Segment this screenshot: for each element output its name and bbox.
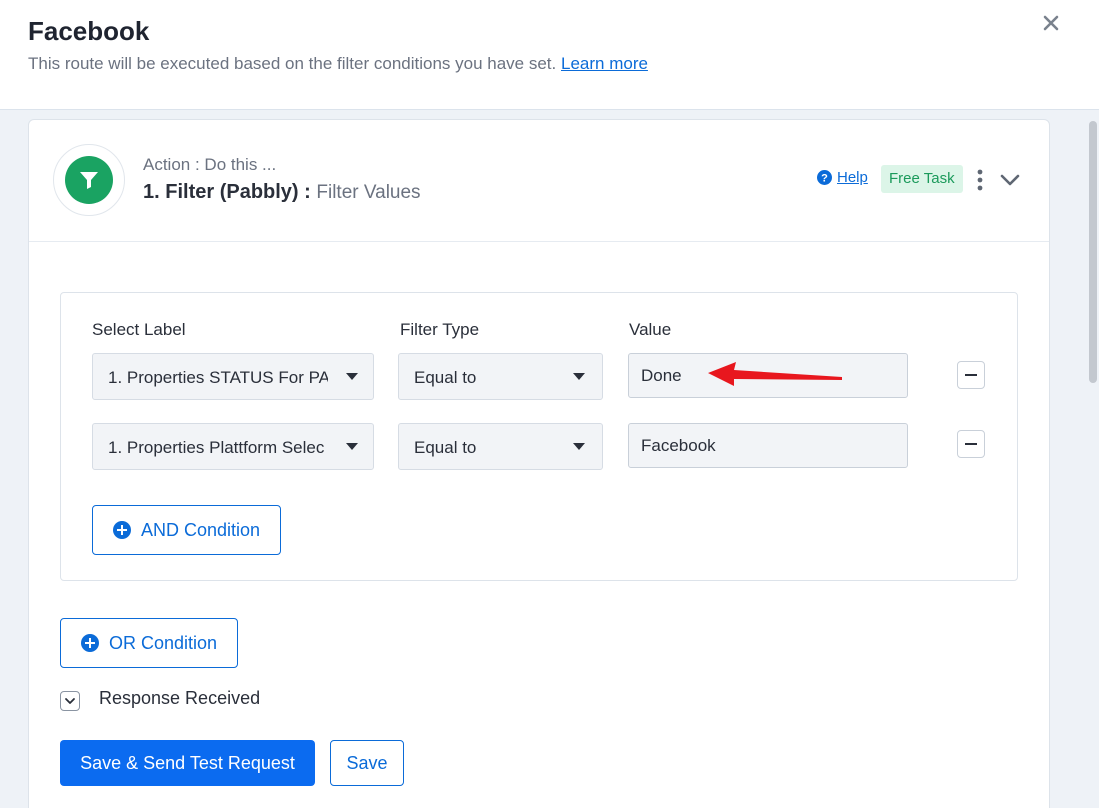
app-logo <box>53 144 125 216</box>
save-button[interactable]: Save <box>330 740 404 786</box>
caret-down-icon <box>346 443 358 450</box>
free-task-badge: Free Task <box>881 165 963 193</box>
chevron-down-icon <box>65 698 75 704</box>
filter-type-value: Equal to <box>414 438 477 457</box>
caret-down-icon <box>573 373 585 380</box>
select-label-value: 1. Properties STATUS For PA <box>108 368 328 387</box>
learn-more-link[interactable]: Learn more <box>561 54 648 73</box>
close-icon[interactable] <box>1040 12 1062 34</box>
modal-body: Action : Do this ... 1. Filter (Pabbly) … <box>0 111 1099 808</box>
filter-type-dropdown[interactable]: Equal to <box>398 423 603 470</box>
remove-condition-button[interactable] <box>957 430 985 458</box>
filter-type-value: Equal to <box>414 368 477 387</box>
action-line: Action : Do this ... <box>143 155 277 174</box>
or-condition-label: OR Condition <box>109 632 218 653</box>
filter-value-input[interactable]: Done <box>628 353 908 398</box>
help-link[interactable]: ? Help <box>817 169 868 186</box>
save-send-test-button[interactable]: Save & Send Test Request <box>60 740 315 786</box>
response-toggle[interactable] <box>60 691 80 711</box>
modal-subtitle: This route will be executed based on the… <box>28 54 648 74</box>
column-select-label: Select Label <box>92 320 186 339</box>
select-label-value: 1. Properties Plattform Selec <box>108 438 325 457</box>
modal-header: Facebook This route will be executed bas… <box>0 0 1099 110</box>
column-value: Value <box>629 320 672 339</box>
more-options-icon[interactable] <box>969 168 991 192</box>
column-filter-type: Filter Type <box>400 320 480 339</box>
filter-type-dropdown[interactable]: Equal to <box>398 353 603 400</box>
and-condition-button[interactable]: AND Condition <box>92 505 282 555</box>
step-header: Action : Do this ... 1. Filter (Pabbly) … <box>29 120 1049 242</box>
plus-circle-icon <box>81 634 99 652</box>
select-label-dropdown[interactable]: 1. Properties STATUS For PA <box>92 353 374 400</box>
step-app-name: 1. Filter (Pabbly) : <box>143 181 311 203</box>
modal-title: Facebook <box>28 16 150 46</box>
step-event: Filter Values <box>316 182 421 203</box>
or-condition-button[interactable]: OR Condition <box>60 618 239 668</box>
step-title: 1. Filter (Pabbly) : Filter Values <box>143 181 421 204</box>
filter-value-input[interactable]: Facebook <box>628 423 908 468</box>
chevron-down-icon[interactable] <box>997 168 1023 192</box>
remove-condition-button[interactable] <box>957 361 985 389</box>
plus-circle-icon <box>113 521 131 539</box>
question-icon: ? <box>817 170 832 185</box>
caret-down-icon <box>346 373 358 380</box>
response-received-label: Response Received <box>99 688 261 708</box>
svg-text:?: ? <box>821 173 828 185</box>
filter-icon <box>80 172 98 189</box>
filter-step-card: Action : Do this ... 1. Filter (Pabbly) … <box>28 119 1050 808</box>
modal-subtitle-text: This route will be executed based on the… <box>28 54 557 73</box>
and-condition-label: AND Condition <box>141 519 261 540</box>
scrollbar-thumb[interactable] <box>1089 121 1097 383</box>
scrollbar[interactable] <box>1086 111 1099 808</box>
select-label-dropdown[interactable]: 1. Properties Plattform Selec <box>92 423 374 470</box>
filter-conditions-box: Select Label Filter Type Value 1. Proper… <box>60 292 1018 581</box>
caret-down-icon <box>573 443 585 450</box>
help-label: Help <box>837 169 868 186</box>
